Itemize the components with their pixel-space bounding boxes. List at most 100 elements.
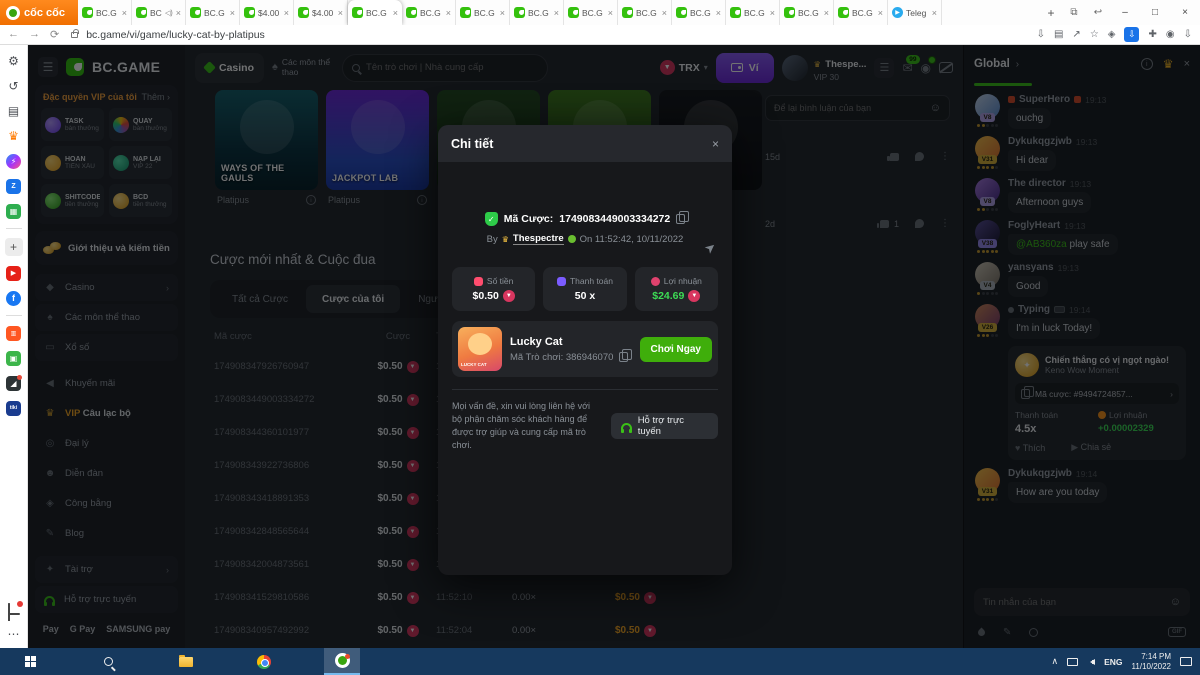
file-explorer-icon[interactable] [168, 648, 204, 675]
forward-icon[interactable]: → [29, 28, 40, 41]
zalo-icon[interactable]: Z [6, 178, 22, 194]
downloads-icon[interactable]: ⇩ [1184, 29, 1192, 40]
url-text[interactable]: bc.game/vi/game/lucky-cat-by-platipus [86, 29, 1028, 41]
tab-close-icon[interactable]: × [230, 8, 235, 18]
hidden-icons-caret[interactable]: ∧ [1052, 656, 1059, 667]
tab-close-icon[interactable]: × [662, 8, 667, 18]
minimize-button[interactable]: – [1110, 0, 1140, 25]
add-shortcut-button[interactable]: + [5, 238, 23, 256]
start-button[interactable] [12, 648, 48, 675]
network-icon[interactable] [1067, 658, 1078, 666]
close-button[interactable]: × [1170, 0, 1200, 25]
lucky-cat-thumbnail[interactable]: LUCKY CAT [458, 327, 502, 371]
crown-icon[interactable]: ♛ [6, 128, 22, 144]
translate-icon[interactable]: ▤ [1054, 29, 1063, 40]
browser-tab[interactable]: BC.G× [834, 0, 888, 25]
browser-tab[interactable]: BC.G× [618, 0, 672, 25]
extensions-icon[interactable]: ✚ [1148, 29, 1156, 40]
maximize-button[interactable]: □ [1140, 0, 1170, 25]
tab-close-icon[interactable]: × [122, 8, 127, 18]
chrome-icon[interactable] [246, 648, 282, 675]
tab-close-icon[interactable]: × [500, 8, 505, 18]
save-page-icon[interactable]: ⇩ [1037, 29, 1045, 40]
utilities-icon[interactable]: ▣ [6, 350, 22, 366]
live-support-button[interactable]: Hỗ trợ trực tuyến [611, 413, 718, 439]
education-icon[interactable]: ◢ [6, 375, 22, 391]
messenger-icon[interactable]: ⚡ [6, 153, 22, 169]
new-tab-button[interactable]: + [1040, 6, 1062, 20]
coccoc-brand-button[interactable]: cốc cốc [0, 0, 78, 25]
tab-close-icon[interactable]: × [176, 8, 181, 18]
tab-close-icon[interactable]: × [932, 8, 937, 18]
tab-title: BC.G [798, 8, 821, 18]
coccoc-taskbar-icon[interactable] [324, 648, 360, 675]
play-now-button[interactable]: Chơi Ngay [640, 337, 712, 362]
coccoc-logo-icon [6, 6, 20, 20]
app-area: ⚙↺▤♛⚡Z▦ + ▶f▥▣◢tiki ⋯ ☰ BC.GAME Đặc quyề… [0, 45, 1200, 648]
taskbar-search-icon[interactable] [90, 648, 126, 675]
browser-tab[interactable]: BC.G× [186, 0, 240, 25]
shopping-icon[interactable]: ▥ [6, 325, 22, 341]
player-name[interactable]: Thespectre [513, 233, 564, 245]
tab-close-icon[interactable]: × [393, 8, 398, 18]
modal-header: Chi tiết × [438, 125, 732, 162]
bc-favicon [676, 7, 687, 18]
browser-tab[interactable]: BC.G× [456, 0, 510, 25]
browser-tab[interactable]: BC◁)× [132, 0, 186, 25]
recent-tabs-icon[interactable]: ↩ [1086, 7, 1110, 18]
share-icon[interactable]: ↗ [1072, 29, 1080, 40]
newsfeed-icon[interactable]: ▤ [6, 103, 22, 119]
bet-id-value: 1749083449003334272 [559, 213, 670, 225]
clock[interactable]: 7:14 PM 11/10/2022 [1132, 652, 1171, 672]
tab-close-icon[interactable]: × [284, 8, 289, 18]
browser-tab[interactable]: ▶Teleg× [888, 0, 942, 25]
tab-close-icon[interactable]: × [554, 8, 559, 18]
more-icon[interactable]: ⋯ [6, 626, 22, 642]
bet-datetime: On 11:52:42, 10/11/2022 [580, 234, 684, 245]
volume-icon[interactable] [1087, 659, 1095, 665]
browser-tab[interactable]: $4.00× [294, 0, 348, 25]
tab-close-icon[interactable]: × [446, 8, 451, 18]
lock-icon[interactable] [71, 32, 78, 38]
bc-favicon [244, 7, 255, 18]
youtube-icon[interactable]: ▶ [6, 265, 22, 281]
copy-icon[interactable] [676, 214, 685, 224]
browser-tab[interactable]: BC.G× [510, 0, 564, 25]
browser-tab[interactable]: BC.G× [780, 0, 834, 25]
shield-icon[interactable]: ◈ [1108, 29, 1116, 40]
tab-close-icon[interactable]: × [770, 8, 775, 18]
profile-icon[interactable]: ◉ [1166, 29, 1175, 40]
notifications-bell-icon[interactable] [6, 601, 22, 617]
bc-favicon [136, 7, 147, 18]
tab-title: BC.G [744, 8, 767, 18]
history-icon[interactable]: ↺ [6, 78, 22, 94]
browser-tab[interactable]: BC.G× [672, 0, 726, 25]
tab-close-icon[interactable]: × [824, 8, 829, 18]
settings-icon[interactable]: ⚙ [6, 53, 22, 69]
browser-tab[interactable]: BC.G× [726, 0, 780, 25]
browser-tab[interactable]: $4.00× [240, 0, 294, 25]
back-icon[interactable]: ← [8, 28, 19, 41]
reload-icon[interactable]: ⟳ [50, 28, 59, 41]
tab-close-icon[interactable]: × [608, 8, 613, 18]
browser-tab[interactable]: BC.G× [348, 0, 402, 25]
tiki-icon[interactable]: tiki [6, 400, 22, 416]
tab-audio-icon[interactable]: ◁) [165, 9, 173, 17]
tab-close-icon[interactable]: × [878, 8, 883, 18]
stat-profit: Lợi nhuận $24.69▼ [635, 267, 718, 311]
language-indicator[interactable]: ENG [1104, 657, 1122, 667]
games-icon[interactable]: ▦ [6, 203, 22, 219]
download-active-icon[interactable]: ⇩ [1124, 27, 1139, 42]
facebook-icon[interactable]: f [6, 290, 22, 306]
bookmark-star-icon[interactable]: ☆ [1090, 29, 1099, 40]
game-name: Lucky Cat [510, 336, 632, 348]
browser-tab[interactable]: BC.G× [78, 0, 132, 25]
tab-search-icon[interactable]: ⧉ [1062, 7, 1086, 18]
tab-close-icon[interactable]: × [338, 8, 343, 18]
action-center-icon[interactable] [1180, 657, 1192, 666]
modal-close-icon[interactable]: × [712, 137, 719, 151]
tab-close-icon[interactable]: × [716, 8, 721, 18]
copy-icon[interactable] [619, 352, 628, 362]
browser-tab[interactable]: BC.G× [564, 0, 618, 25]
browser-tab[interactable]: BC.G× [402, 0, 456, 25]
